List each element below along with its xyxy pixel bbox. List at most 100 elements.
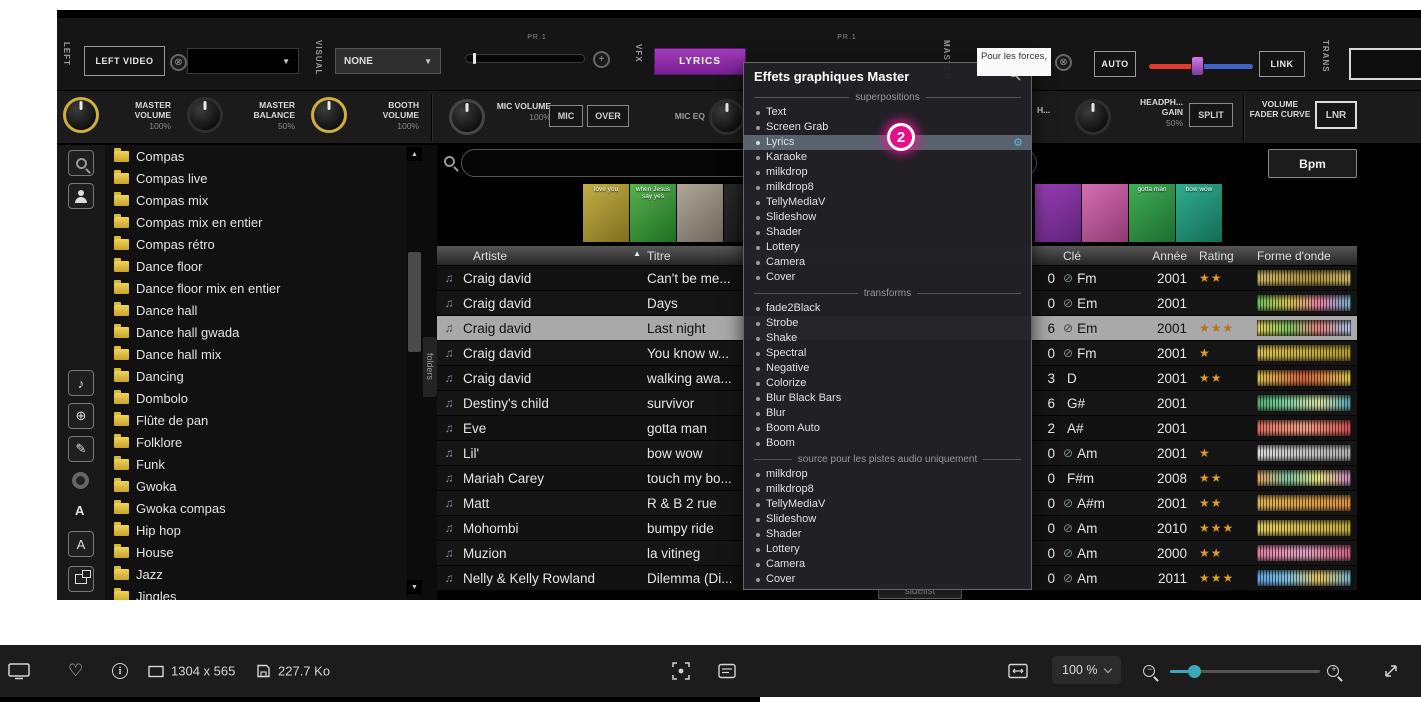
folder-item[interactable]: Jingles (105, 585, 406, 600)
folder-item[interactable]: Compas (105, 145, 406, 167)
effect-item[interactable]: Lottery (744, 542, 1031, 557)
folder-item[interactable]: Dance hall (105, 299, 406, 321)
left-video-select[interactable]: ▼ (187, 48, 299, 74)
track-rating[interactable]: ★ (1195, 346, 1257, 360)
folder-item[interactable]: Dance hall gwada (105, 321, 406, 343)
effect-item[interactable]: Slideshow (744, 512, 1031, 527)
folder-item[interactable]: House (105, 541, 406, 563)
effect-item[interactable]: Spectral (744, 346, 1031, 361)
folder-item[interactable]: Flûte de pan (105, 409, 406, 431)
waveform-column-header[interactable]: Forme d'onde (1257, 249, 1357, 263)
mic-over-button[interactable]: OVER (587, 105, 629, 127)
right-video-transition-icon[interactable]: ⊗ (1055, 54, 1072, 71)
zoom-out-icon[interactable]: − (1143, 665, 1155, 677)
effect-item[interactable]: Shake (744, 331, 1031, 346)
lnr-button[interactable]: LNR (1315, 101, 1357, 129)
scroll-up-button[interactable]: ▲ (407, 147, 422, 161)
zoom-level-select[interactable]: 100 % (1052, 656, 1121, 684)
mixer-knob[interactable] (187, 97, 223, 133)
folder-item[interactable]: Dance floor mix en entier (105, 277, 406, 299)
focus-icon[interactable] (672, 662, 690, 680)
effect-item[interactable]: Blur Black Bars (744, 391, 1031, 406)
crossfader-handle[interactable] (1191, 56, 1204, 76)
display-icon[interactable] (8, 662, 30, 680)
left-video-transition-icon[interactable]: ⊗ (170, 54, 187, 71)
folder-item[interactable]: Gwoka (105, 475, 406, 497)
record-icon[interactable] (72, 472, 89, 489)
effect-item[interactable]: Strobe (744, 316, 1031, 331)
track-rating[interactable]: ★★ (1195, 546, 1257, 560)
profile-button[interactable] (68, 183, 94, 209)
effect-item[interactable]: fade2Black (744, 301, 1031, 316)
artist-column-header[interactable]: Artiste ▲ (461, 249, 647, 263)
effect-item[interactable]: TellyMediaV (744, 497, 1031, 512)
folder-item[interactable]: Folklore (105, 431, 406, 453)
slider-handle[interactable] (473, 53, 476, 64)
folder-item[interactable]: Dombolo (105, 387, 406, 409)
mic-button[interactable]: MIC (549, 105, 583, 127)
pr1-left-slider[interactable] (465, 54, 585, 63)
effect-item[interactable]: milkdrop8 (744, 482, 1031, 497)
album-art[interactable] (1082, 184, 1128, 242)
effect-item[interactable]: Cover (744, 572, 1031, 587)
track-rating[interactable]: ★★ (1195, 271, 1257, 285)
album-art[interactable]: gotta man (1129, 184, 1175, 242)
zoom-slider-handle[interactable] (1188, 665, 1201, 678)
sideview-button[interactable] (68, 566, 94, 592)
scrollbar-thumb[interactable] (408, 252, 421, 352)
effect-item[interactable]: Cover (744, 270, 1031, 285)
effect-item[interactable]: Shader (744, 527, 1031, 542)
folder-item[interactable]: Compas rétro (105, 233, 406, 255)
effect-item[interactable]: milkdrop8 (744, 180, 1031, 195)
year-column-header[interactable]: Année (1117, 249, 1195, 263)
effect-item[interactable]: TellyMediaV (744, 195, 1031, 210)
folder-scrollbar[interactable]: ▲ ▼ (406, 145, 423, 600)
rating-column-header[interactable]: Rating (1195, 249, 1257, 263)
effect-item[interactable]: Blur (744, 406, 1031, 421)
folder-item[interactable]: Gwoka compas (105, 497, 406, 519)
track-rating[interactable]: ★ (1195, 446, 1257, 460)
auto-button[interactable]: AUTO (1094, 51, 1136, 77)
fit-screen-icon[interactable] (1008, 663, 1028, 679)
effect-item[interactable]: Text (744, 105, 1031, 120)
track-rating[interactable]: ★★★ (1195, 321, 1257, 335)
info-icon[interactable]: i (112, 663, 128, 679)
effect-item[interactable]: Camera (744, 255, 1031, 270)
track-rating[interactable]: ★★ (1195, 471, 1257, 485)
folder-item[interactable]: Dance floor (105, 255, 406, 277)
effect-item[interactable]: Colorize (744, 376, 1031, 391)
mixer-knob[interactable] (63, 97, 99, 133)
folder-item[interactable]: Hip hop (105, 519, 406, 541)
effect-item[interactable]: milkdrop (744, 467, 1031, 482)
search-button[interactable] (68, 150, 94, 176)
clipped-button-frame[interactable] (1349, 48, 1421, 80)
track-rating[interactable]: ★★★ (1195, 521, 1257, 535)
gear-icon[interactable]: ⚙ (1013, 136, 1023, 149)
tracks-button[interactable]: ♪ (68, 370, 94, 396)
effect-item[interactable]: Lottery (744, 240, 1031, 255)
album-art[interactable]: bow wow (1176, 184, 1222, 242)
effect-item[interactable]: Slideshow (744, 210, 1031, 225)
track-rating[interactable]: ★★ (1195, 496, 1257, 510)
online-catalog-button[interactable]: ⊕ (68, 403, 94, 429)
effect-item[interactable]: Shader (744, 225, 1031, 240)
scroll-down-button[interactable]: ▼ (407, 580, 422, 594)
mic-eq-knob[interactable] (709, 99, 745, 135)
letter-a-small[interactable]: A (75, 503, 84, 518)
edit-tag-button[interactable]: ✎ (68, 436, 94, 462)
album-art[interactable]: when Jesus say yes (630, 184, 676, 242)
plus-button[interactable]: + (593, 51, 610, 68)
zoom-slider[interactable] (1170, 670, 1320, 673)
track-rating[interactable]: ★★★ (1195, 571, 1257, 585)
effect-item[interactable]: Boom Auto (744, 421, 1031, 436)
effect-item[interactable]: Karaoke (744, 150, 1031, 165)
mic-volume-knob[interactable] (449, 99, 485, 135)
headphone-gain-knob[interactable] (1075, 99, 1111, 135)
folder-item[interactable]: Compas mix (105, 189, 406, 211)
effect-item[interactable]: Negative (744, 361, 1031, 376)
folder-item[interactable]: Dancing (105, 365, 406, 387)
effect-item[interactable]: Camera (744, 557, 1031, 572)
key-column-header[interactable]: Clé (1055, 249, 1117, 263)
link-button[interactable]: LINK (1259, 51, 1305, 77)
effect-item[interactable]: Boom (744, 436, 1031, 451)
